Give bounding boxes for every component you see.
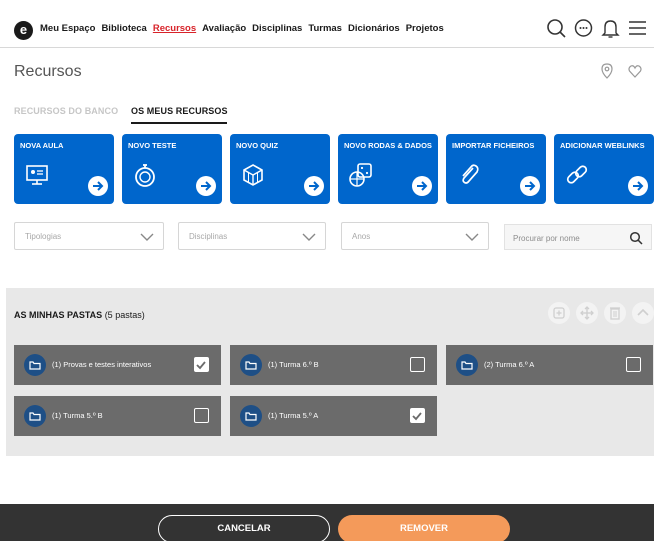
card-novo-teste[interactable]: NOVO TESTE bbox=[122, 134, 222, 204]
nav-item-meu-espaco[interactable]: Meu Espaço bbox=[40, 23, 95, 34]
folder-item[interactable]: (1) Turma 6.º B bbox=[230, 345, 437, 385]
page-title: Recursos bbox=[14, 63, 82, 80]
folder-checkbox[interactable] bbox=[194, 357, 209, 372]
disciplinas-select[interactable]: Disciplinas bbox=[178, 222, 326, 250]
arrow-right-icon[interactable] bbox=[304, 176, 324, 196]
folders-title: AS MINHAS PASTAS (5 pastas) bbox=[14, 310, 145, 320]
folder-item[interactable]: (1) Provas e testes interativos bbox=[14, 345, 221, 385]
logo[interactable]: e bbox=[14, 21, 33, 40]
select-value: Disciplinas bbox=[189, 232, 228, 241]
add-folder-icon[interactable] bbox=[548, 302, 570, 324]
nav-item-disciplinas[interactable]: Disciplinas bbox=[252, 23, 302, 34]
folder-name: (1) Turma 5.º A bbox=[268, 411, 319, 420]
folder-icon bbox=[240, 354, 262, 376]
arrow-right-icon[interactable] bbox=[520, 176, 540, 196]
nav-item-recursos[interactable]: Recursos bbox=[153, 23, 196, 34]
nav-menu: Meu Espaço Biblioteca Recursos Avaliação… bbox=[40, 23, 444, 34]
top-nav: e Meu Espaço Biblioteca Recursos Avaliaç… bbox=[0, 12, 654, 48]
folders-panel: AS MINHAS PASTAS (5 pastas) (1) Provas e… bbox=[6, 288, 654, 456]
trash-icon[interactable] bbox=[604, 302, 626, 324]
presentation-icon bbox=[24, 162, 50, 188]
card-label: ADICIONAR WEBLINKS bbox=[560, 141, 645, 150]
search-input[interactable]: Procurar por nome bbox=[504, 224, 652, 250]
card-label: NOVO QUIZ bbox=[236, 141, 279, 150]
anos-select[interactable]: Anos bbox=[341, 222, 489, 250]
folders-count: (5 pastas) bbox=[104, 310, 145, 320]
folder-item[interactable]: (2) Turma 6.º A bbox=[446, 345, 653, 385]
tab-os-meus-recursos[interactable]: OS MEUS RECURSOS bbox=[131, 106, 228, 116]
folder-checkbox[interactable] bbox=[410, 408, 425, 423]
card-importar-ficheiros[interactable]: IMPORTAR FICHEIROS bbox=[446, 134, 546, 204]
folder-name: (1) Turma 5.º B bbox=[52, 411, 103, 420]
chevron-down-icon bbox=[301, 230, 317, 244]
arrow-right-icon[interactable] bbox=[412, 176, 432, 196]
dice-icon bbox=[348, 162, 374, 188]
chevron-down-icon bbox=[139, 230, 155, 244]
card-label: NOVO RODAS & DADOS bbox=[344, 141, 432, 150]
card-adicionar-weblinks[interactable]: ADICIONAR WEBLINKS bbox=[554, 134, 654, 204]
nav-item-avaliacao[interactable]: Avaliação bbox=[202, 23, 246, 34]
folder-name: (1) Provas e testes interativos bbox=[52, 360, 152, 369]
folder-name: (1) Turma 6.º B bbox=[268, 360, 319, 369]
folder-icon bbox=[456, 354, 478, 376]
menu-icon[interactable] bbox=[627, 16, 648, 40]
folder-item[interactable]: (1) Turma 5.º B bbox=[14, 396, 221, 436]
header-icons bbox=[600, 63, 642, 79]
folders-heading: AS MINHAS PASTAS bbox=[14, 310, 103, 320]
search-placeholder: Procurar por nome bbox=[513, 234, 580, 243]
card-novo-rodas-dados[interactable]: NOVO RODAS & DADOS bbox=[338, 134, 438, 204]
chevron-down-icon bbox=[464, 230, 480, 244]
arrow-right-icon[interactable] bbox=[628, 176, 648, 196]
folder-item[interactable]: (1) Turma 5.º A bbox=[230, 396, 437, 436]
arrow-right-icon[interactable] bbox=[88, 176, 108, 196]
arrow-right-icon[interactable] bbox=[196, 176, 216, 196]
cube-icon bbox=[240, 162, 266, 188]
chat-icon[interactable] bbox=[573, 16, 594, 40]
nav-icons bbox=[546, 16, 648, 40]
nav-item-turmas[interactable]: Turmas bbox=[308, 23, 342, 34]
card-label: IMPORTAR FICHEIROS bbox=[452, 141, 535, 150]
bell-icon[interactable] bbox=[600, 16, 621, 40]
cancel-button[interactable]: CANCELAR bbox=[158, 515, 330, 541]
select-value: Tipologias bbox=[25, 232, 62, 241]
card-novo-quiz[interactable]: NOVO QUIZ bbox=[230, 134, 330, 204]
search-icon[interactable] bbox=[546, 16, 567, 40]
location-pin-icon[interactable] bbox=[600, 63, 614, 79]
paperclip-icon bbox=[456, 162, 482, 188]
folder-icon bbox=[240, 405, 262, 427]
folder-icon bbox=[24, 354, 46, 376]
heart-icon[interactable] bbox=[628, 63, 642, 79]
chevron-up-icon[interactable] bbox=[632, 302, 654, 324]
panel-tools bbox=[548, 302, 654, 324]
nav-item-dicionarios[interactable]: Dicionários bbox=[348, 23, 400, 34]
page: e Meu Espaço Biblioteca Recursos Avaliaç… bbox=[0, 0, 654, 541]
remove-button[interactable]: REMOVER bbox=[338, 515, 510, 541]
folder-name: (2) Turma 6.º A bbox=[484, 360, 535, 369]
active-tab-indicator bbox=[131, 122, 227, 124]
stopwatch-icon bbox=[132, 162, 158, 188]
nav-item-biblioteca[interactable]: Biblioteca bbox=[101, 23, 146, 34]
tipologias-select[interactable]: Tipologias bbox=[14, 222, 164, 250]
card-label: NOVO TESTE bbox=[128, 141, 177, 150]
folder-checkbox[interactable] bbox=[626, 357, 641, 372]
select-value: Anos bbox=[352, 232, 371, 241]
folder-icon bbox=[24, 405, 46, 427]
search-icon[interactable] bbox=[629, 231, 643, 245]
tab-recursos-do-banco[interactable]: RECURSOS DO BANCO bbox=[14, 106, 118, 116]
folder-checkbox[interactable] bbox=[194, 408, 209, 423]
card-nova-aula[interactable]: NOVA AULA bbox=[14, 134, 114, 204]
folder-checkbox[interactable] bbox=[410, 357, 425, 372]
action-bar: CANCELAR REMOVER bbox=[0, 504, 654, 541]
nav-item-projetos[interactable]: Projetos bbox=[406, 23, 444, 34]
move-icon[interactable] bbox=[576, 302, 598, 324]
card-label: NOVA AULA bbox=[20, 141, 64, 150]
link-icon bbox=[564, 162, 590, 188]
